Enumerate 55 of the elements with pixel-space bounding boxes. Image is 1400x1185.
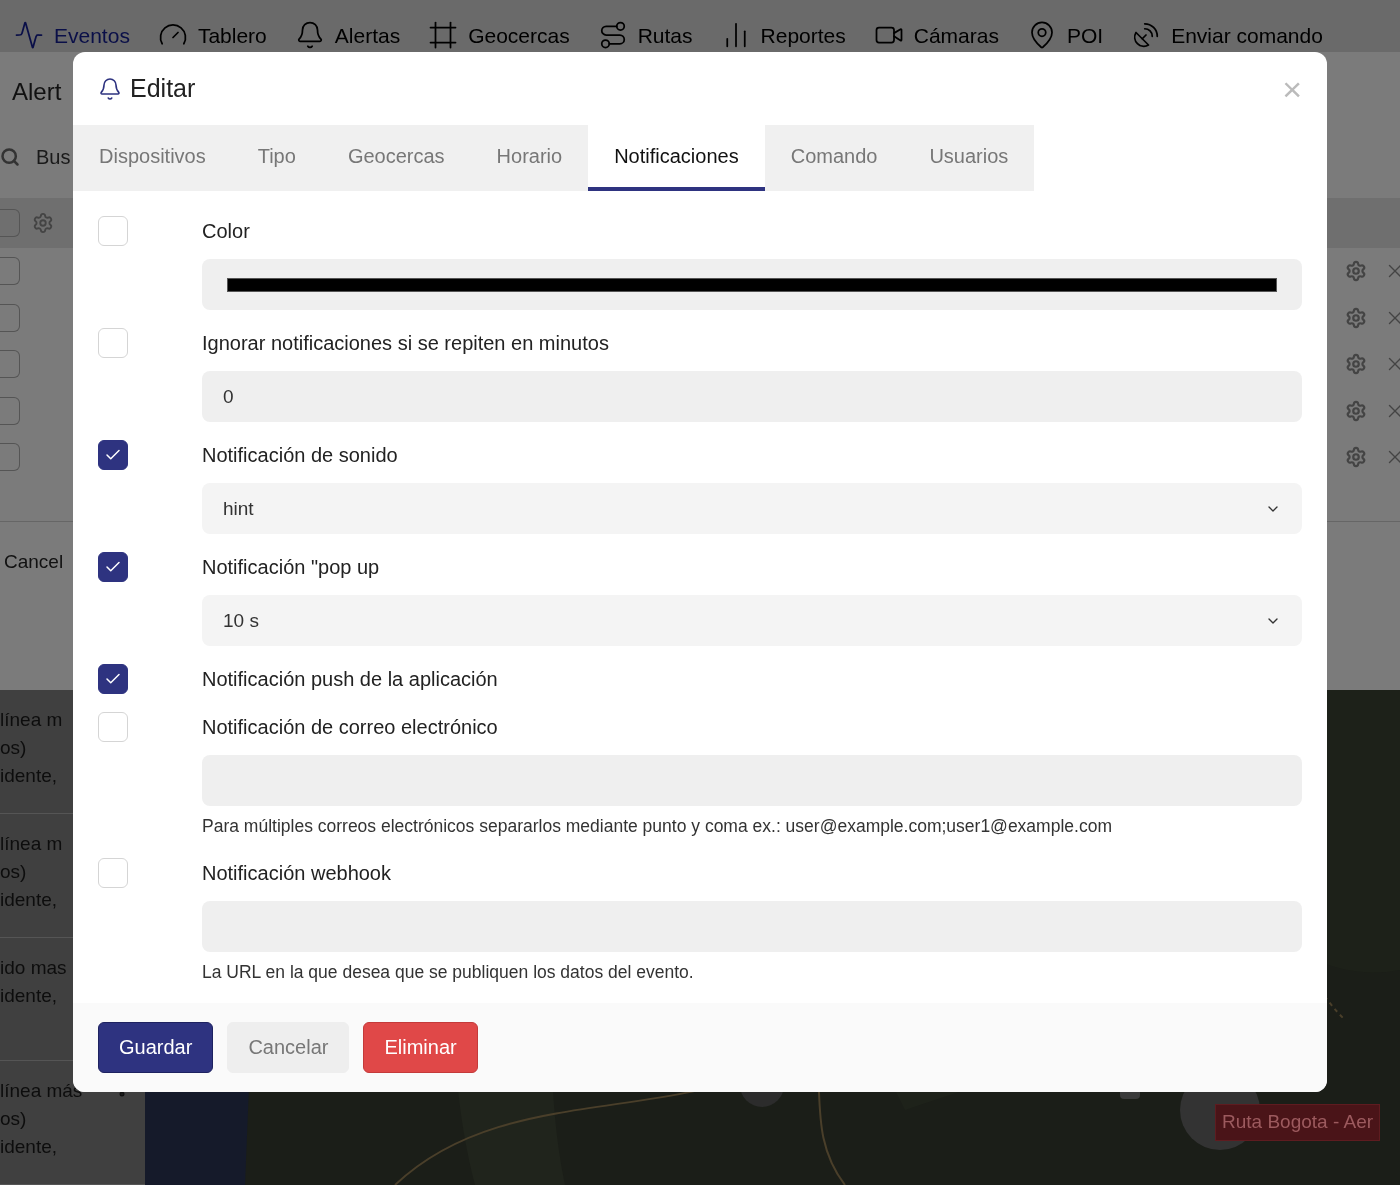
checkbox[interactable]: [0, 209, 20, 237]
tab[interactable]: Notificaciones: [588, 125, 765, 192]
tab[interactable]: Usuarios: [903, 125, 1035, 192]
checkbox[interactable]: [98, 552, 128, 583]
cancel-button[interactable]: Cancel: [0, 547, 64, 577]
help-text: Para múltiples correos electrónicos separarlos mediante punto y coma ex.: user@example.com;user1@example.com: [202, 815, 1112, 839]
pulse-icon: [14, 20, 44, 51]
settings-icon[interactable]: [1345, 446, 1367, 469]
nav-tab[interactable]: Rutas: [597, 19, 693, 51]
checkbox[interactable]: [98, 664, 128, 695]
nav-tab[interactable]: POI: [1026, 19, 1104, 51]
nav-tab[interactable]: Reportes: [720, 19, 846, 51]
bell-icon: [98, 76, 122, 101]
checkbox[interactable]: [0, 443, 20, 472]
settings-icon[interactable]: [1345, 306, 1367, 329]
tab[interactable]: Geocercas: [321, 125, 471, 192]
select-field[interactable]: 10 s: [202, 595, 1302, 647]
settings-icon[interactable]: [1345, 260, 1367, 283]
nav-tab[interactable]: Geocercas: [428, 19, 570, 51]
nav-tab[interactable]: Enviar comando: [1131, 19, 1323, 51]
tab[interactable]: Tipo: [231, 125, 322, 192]
checkbox[interactable]: [0, 303, 20, 332]
tab[interactable]: Dispositivos: [73, 125, 232, 192]
select-field[interactable]: hint: [202, 483, 1302, 535]
search-icon: [0, 147, 20, 167]
checkbox[interactable]: [0, 350, 20, 379]
footer-button[interactable]: Guardar: [98, 1022, 214, 1073]
frame-icon: [428, 20, 459, 51]
tab[interactable]: Comando: [764, 125, 904, 192]
route-label: Ruta Bogota - Aer: [1215, 1104, 1381, 1141]
setting-label: Color: [202, 219, 250, 245]
settings-icon[interactable]: [1345, 353, 1367, 376]
nav-tab[interactable]: Alertas: [294, 19, 401, 51]
setting-label: Ignorar notificaciones si se repiten en minutos: [202, 331, 609, 357]
footer-button[interactable]: Eliminar: [363, 1022, 478, 1073]
setting-label: Notificación webhook: [202, 860, 391, 886]
checkbox[interactable]: [0, 257, 20, 286]
help-text: La URL en la que desea que se publiquen los datos del evento.: [202, 960, 694, 984]
setting-label: Notificación "pop up: [202, 555, 380, 581]
nav-tab[interactable]: Tablero: [157, 19, 267, 51]
setting-label: Notificación de correo electrónico: [202, 715, 498, 741]
checkbox[interactable]: [0, 396, 20, 425]
nav-tab[interactable]: Eventos: [14, 19, 130, 51]
search-field[interactable]: Bus: [36, 142, 71, 172]
checkbox[interactable]: [98, 440, 128, 471]
color-field[interactable]: [202, 259, 1302, 311]
footer-button[interactable]: Cancelar: [227, 1022, 350, 1073]
setting-label: Notificación de sonido: [202, 443, 398, 469]
settings-icon[interactable]: [1345, 399, 1367, 422]
nav-tab[interactable]: Cámaras: [873, 19, 999, 51]
dialog-title: Editar: [130, 73, 196, 104]
panel-title: Alert: [12, 77, 62, 107]
tab[interactable]: Horario: [470, 125, 589, 192]
setting-label: Notificación push de la aplicación: [202, 667, 498, 693]
text-field[interactable]: 0: [202, 371, 1302, 423]
